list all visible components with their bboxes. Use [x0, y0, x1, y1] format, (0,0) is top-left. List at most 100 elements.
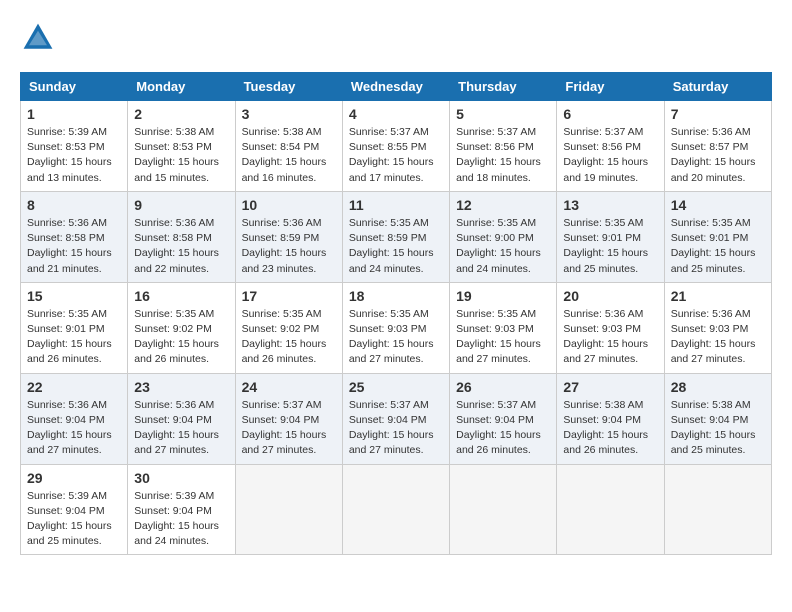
weekday-header-row: SundayMondayTuesdayWednesdayThursdayFrid… — [21, 73, 772, 101]
calendar-day-cell: 25Sunrise: 5:37 AMSunset: 9:04 PMDayligh… — [342, 373, 449, 464]
day-info: Sunrise: 5:39 AMSunset: 9:04 PMDaylight:… — [134, 489, 228, 550]
calendar-day-cell: 23 Sunrise: 5:36 AMSunset: 9:04 PMDayligh… — [128, 373, 235, 464]
day-info: Sunrise: 5:39 AMSunset: 9:04 PMDaylight:… — [27, 489, 121, 550]
day-number: 27 — [563, 379, 657, 395]
calendar-day-cell: 24 Sunrise: 5:37 AMSunset: 9:04 PMDayligh… — [235, 373, 342, 464]
calendar-day-cell: 10Sunrise: 5:36 AMSunset: 8:59 PMDayligh… — [235, 191, 342, 282]
weekday-header: Tuesday — [235, 73, 342, 101]
calendar-week-row: 22 Sunrise: 5:36 AMSunset: 9:04 PMDayligh… — [21, 373, 772, 464]
weekday-header: Wednesday — [342, 73, 449, 101]
day-number: 23 — [134, 379, 228, 395]
day-info: Sunrise: 5:36 AMSunset: 8:58 PMDaylight:… — [27, 216, 121, 277]
day-number: 24 — [242, 379, 336, 395]
calendar-day-cell: 27 Sunrise: 5:38 AMSunset: 9:04 PMDayligh… — [557, 373, 664, 464]
calendar-day-cell: 29 Sunrise: 5:39 AMSunset: 9:04 PMDayligh… — [21, 464, 128, 555]
day-number: 14 — [671, 197, 765, 213]
calendar-day-cell — [450, 464, 557, 555]
weekday-header: Friday — [557, 73, 664, 101]
day-info: Sunrise: 5:37 AMSunset: 8:56 PMDaylight:… — [456, 125, 550, 186]
day-info: Sunrise: 5:38 AMSunset: 9:04 PMDaylight:… — [671, 398, 765, 459]
day-number: 6 — [563, 106, 657, 122]
day-info: Sunrise: 5:37 AMSunset: 9:04 PMDaylight:… — [349, 398, 443, 459]
page-header — [20, 20, 772, 56]
calendar-day-cell: 2 Sunrise: 5:38 AMSunset: 8:53 PMDaylight… — [128, 101, 235, 192]
day-info: Sunrise: 5:36 AMSunset: 9:03 PMDaylight:… — [671, 307, 765, 368]
day-number: 10 — [242, 197, 336, 213]
calendar-day-cell: 19 Sunrise: 5:35 AMSunset: 9:03 PMDayligh… — [450, 282, 557, 373]
day-number: 22 — [27, 379, 121, 395]
calendar-day-cell — [235, 464, 342, 555]
calendar-day-cell: 5 Sunrise: 5:37 AMSunset: 8:56 PMDaylight… — [450, 101, 557, 192]
weekday-header: Sunday — [21, 73, 128, 101]
calendar-day-cell: 22 Sunrise: 5:36 AMSunset: 9:04 PMDayligh… — [21, 373, 128, 464]
day-number: 19 — [456, 288, 550, 304]
calendar-day-cell: 11 Sunrise: 5:35 AMSunset: 8:59 PMDayligh… — [342, 191, 449, 282]
calendar-day-cell: 4Sunrise: 5:37 AMSunset: 8:55 PMDaylight… — [342, 101, 449, 192]
day-number: 21 — [671, 288, 765, 304]
day-number: 5 — [456, 106, 550, 122]
calendar-table: SundayMondayTuesdayWednesdayThursdayFrid… — [20, 72, 772, 555]
day-info: Sunrise: 5:36 AMSunset: 8:57 PMDaylight:… — [671, 125, 765, 186]
day-number: 9 — [134, 197, 228, 213]
calendar-day-cell: 28 Sunrise: 5:38 AMSunset: 9:04 PMDayligh… — [664, 373, 771, 464]
day-number: 28 — [671, 379, 765, 395]
calendar-day-cell: 26Sunrise: 5:37 AMSunset: 9:04 PMDayligh… — [450, 373, 557, 464]
day-number: 29 — [27, 470, 121, 486]
weekday-header: Saturday — [664, 73, 771, 101]
day-info: Sunrise: 5:38 AMSunset: 8:53 PMDaylight:… — [134, 125, 228, 186]
day-info: Sunrise: 5:36 AMSunset: 8:58 PMDaylight:… — [134, 216, 228, 277]
logo-icon — [20, 20, 56, 56]
calendar-day-cell: 21 Sunrise: 5:36 AMSunset: 9:03 PMDayligh… — [664, 282, 771, 373]
day-info: Sunrise: 5:35 AMSunset: 9:02 PMDaylight:… — [242, 307, 336, 368]
calendar-day-cell: 20 Sunrise: 5:36 AMSunset: 9:03 PMDayligh… — [557, 282, 664, 373]
calendar-day-cell: 13 Sunrise: 5:35 AMSunset: 9:01 PMDayligh… — [557, 191, 664, 282]
day-number: 1 — [27, 106, 121, 122]
day-number: 13 — [563, 197, 657, 213]
day-number: 2 — [134, 106, 228, 122]
day-number: 30 — [134, 470, 228, 486]
calendar-week-row: 1 Sunrise: 5:39 AMSunset: 8:53 PMDaylight… — [21, 101, 772, 192]
day-info: Sunrise: 5:36 AMSunset: 9:04 PMDaylight:… — [27, 398, 121, 459]
calendar-day-cell: 1 Sunrise: 5:39 AMSunset: 8:53 PMDaylight… — [21, 101, 128, 192]
day-info: Sunrise: 5:35 AMSunset: 8:59 PMDaylight:… — [349, 216, 443, 277]
calendar-day-cell: 17 Sunrise: 5:35 AMSunset: 9:02 PMDayligh… — [235, 282, 342, 373]
calendar-day-cell: 18Sunrise: 5:35 AMSunset: 9:03 PMDayligh… — [342, 282, 449, 373]
logo — [20, 20, 62, 56]
calendar-week-row: 29 Sunrise: 5:39 AMSunset: 9:04 PMDayligh… — [21, 464, 772, 555]
calendar-week-row: 8Sunrise: 5:36 AMSunset: 8:58 PMDaylight… — [21, 191, 772, 282]
weekday-header: Monday — [128, 73, 235, 101]
calendar-day-cell: 7 Sunrise: 5:36 AMSunset: 8:57 PMDaylight… — [664, 101, 771, 192]
weekday-header: Thursday — [450, 73, 557, 101]
day-number: 7 — [671, 106, 765, 122]
day-info: Sunrise: 5:37 AMSunset: 9:04 PMDaylight:… — [456, 398, 550, 459]
day-number: 18 — [349, 288, 443, 304]
day-info: Sunrise: 5:37 AMSunset: 8:56 PMDaylight:… — [563, 125, 657, 186]
calendar-day-cell: 12Sunrise: 5:35 AMSunset: 9:00 PMDayligh… — [450, 191, 557, 282]
calendar-day-cell: 8Sunrise: 5:36 AMSunset: 8:58 PMDaylight… — [21, 191, 128, 282]
day-number: 20 — [563, 288, 657, 304]
day-number: 3 — [242, 106, 336, 122]
day-info: Sunrise: 5:35 AMSunset: 9:01 PMDaylight:… — [671, 216, 765, 277]
calendar-day-cell: 15Sunrise: 5:35 AMSunset: 9:01 PMDayligh… — [21, 282, 128, 373]
day-number: 11 — [349, 197, 443, 213]
calendar-day-cell — [664, 464, 771, 555]
day-info: Sunrise: 5:35 AMSunset: 9:02 PMDaylight:… — [134, 307, 228, 368]
calendar-week-row: 15Sunrise: 5:35 AMSunset: 9:01 PMDayligh… — [21, 282, 772, 373]
day-info: Sunrise: 5:38 AMSunset: 9:04 PMDaylight:… — [563, 398, 657, 459]
day-number: 17 — [242, 288, 336, 304]
calendar-day-cell: 16 Sunrise: 5:35 AMSunset: 9:02 PMDayligh… — [128, 282, 235, 373]
calendar-day-cell: 30 Sunrise: 5:39 AMSunset: 9:04 PMDayligh… — [128, 464, 235, 555]
day-info: Sunrise: 5:36 AMSunset: 9:04 PMDaylight:… — [134, 398, 228, 459]
day-info: Sunrise: 5:36 AMSunset: 9:03 PMDaylight:… — [563, 307, 657, 368]
day-info: Sunrise: 5:37 AMSunset: 9:04 PMDaylight:… — [242, 398, 336, 459]
day-info: Sunrise: 5:35 AMSunset: 9:03 PMDaylight:… — [456, 307, 550, 368]
day-info: Sunrise: 5:35 AMSunset: 9:01 PMDaylight:… — [27, 307, 121, 368]
day-info: Sunrise: 5:39 AMSunset: 8:53 PMDaylight:… — [27, 125, 121, 186]
calendar-day-cell: 14 Sunrise: 5:35 AMSunset: 9:01 PMDayligh… — [664, 191, 771, 282]
day-info: Sunrise: 5:35 AMSunset: 9:01 PMDaylight:… — [563, 216, 657, 277]
calendar-day-cell: 6 Sunrise: 5:37 AMSunset: 8:56 PMDaylight… — [557, 101, 664, 192]
calendar-day-cell: 9 Sunrise: 5:36 AMSunset: 8:58 PMDaylight… — [128, 191, 235, 282]
day-number: 12 — [456, 197, 550, 213]
day-number: 16 — [134, 288, 228, 304]
day-info: Sunrise: 5:38 AMSunset: 8:54 PMDaylight:… — [242, 125, 336, 186]
